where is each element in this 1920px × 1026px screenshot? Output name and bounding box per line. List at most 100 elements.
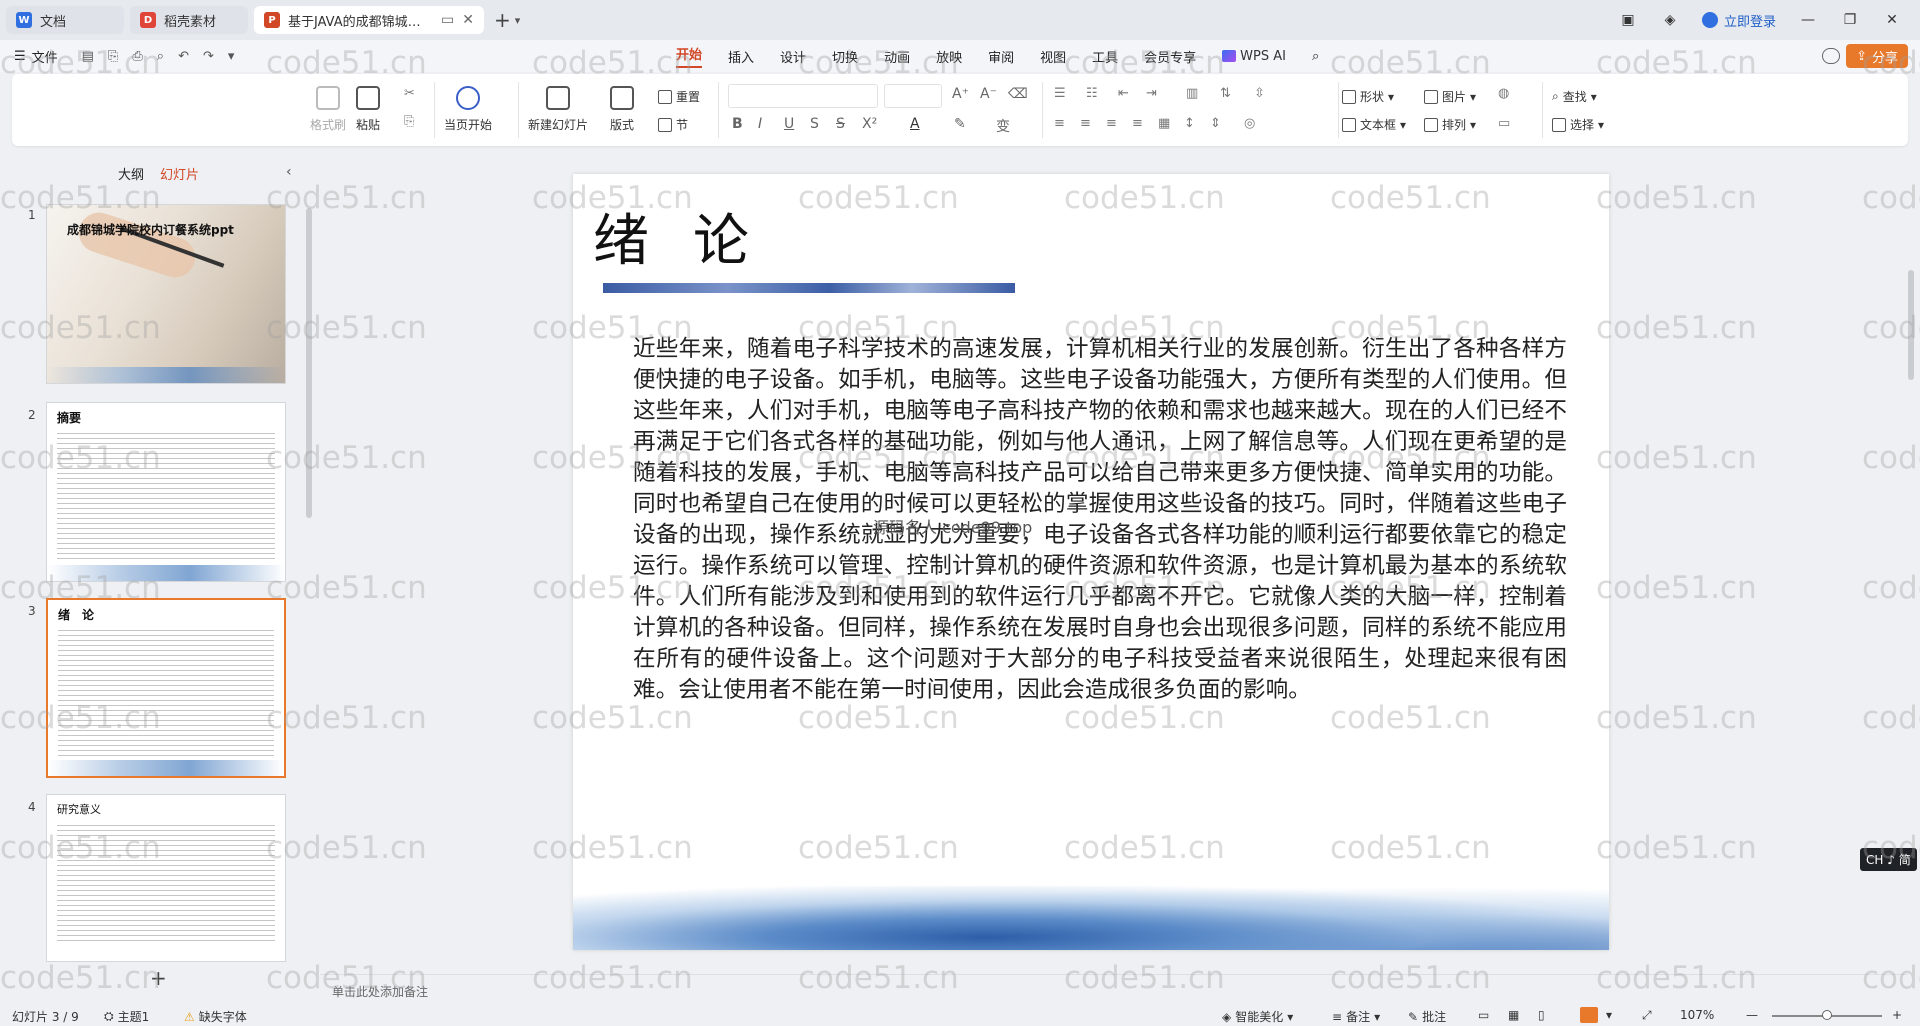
paste-button[interactable]: 粘贴	[356, 86, 380, 133]
menu-view[interactable]: 视图	[1040, 47, 1066, 66]
reset-button[interactable]: 重置	[658, 88, 700, 105]
canvas-scroll-thumb[interactable]	[1908, 270, 1914, 380]
window-layout-icon[interactable]: ▣	[1618, 12, 1638, 28]
reading-view-icon[interactable]: ▯	[1538, 1008, 1545, 1022]
slide-body-text[interactable]: 近些年来，随着电子科学技术的高速发展，计算机相关行业的发展创新。衍生出了各种各样…	[633, 334, 1567, 706]
tab-docer[interactable]: D 稻壳素材	[130, 6, 248, 34]
bullet-list-icon[interactable]: ☰	[1054, 86, 1066, 101]
picture-button[interactable]: 图片 ▾	[1424, 88, 1476, 105]
tab-presentation[interactable]: P 基于JAVA的成都锦城学院校 ▭ ✕	[254, 6, 484, 34]
layout-button[interactable]: 版式	[610, 86, 634, 133]
align-right-icon[interactable]: ≡	[1106, 116, 1117, 131]
cloud-sync-icon[interactable]	[1822, 48, 1840, 64]
canvas-scrollbar[interactable]	[1908, 160, 1916, 960]
zoom-in-icon[interactable]: +	[1892, 1008, 1902, 1022]
close-tab-icon[interactable]: ✕	[462, 12, 474, 28]
menu-slideshow[interactable]: 放映	[936, 47, 962, 66]
new-tab-button[interactable]: +	[494, 8, 511, 32]
columns-icon[interactable]: ▥	[1186, 86, 1198, 101]
zoom-level[interactable]: 107%	[1680, 1008, 1714, 1022]
fill-icon[interactable]: ◍	[1498, 86, 1509, 101]
search-icon[interactable]: ⌕	[1312, 49, 1319, 64]
comments-button[interactable]: ✎ 批注	[1408, 1008, 1446, 1025]
slideshow-chevron-icon[interactable]: ▾	[1606, 1008, 1612, 1022]
numbered-list-icon[interactable]: ☷	[1086, 86, 1098, 101]
monitor-icon[interactable]: ▭	[441, 12, 454, 28]
align-left-icon[interactable]: ≡	[1054, 116, 1065, 131]
smart-beautify-button[interactable]: ◈ 智能美化 ▾	[1222, 1008, 1293, 1025]
wps-ai-button[interactable]: WPS AI	[1222, 49, 1286, 64]
slide-title[interactable]: 绪论	[593, 196, 793, 277]
text-direction-icon[interactable]: ⇅	[1220, 86, 1231, 101]
menu-home[interactable]: 开始	[676, 44, 703, 68]
underline-icon[interactable]: U	[784, 116, 794, 132]
select-button[interactable]: 选择 ▾	[1552, 116, 1604, 133]
smart-art-icon[interactable]: ◎	[1244, 116, 1255, 131]
minimize-button[interactable]: —	[1798, 12, 1818, 28]
slide-thumbnail-4[interactable]: 研究意义	[46, 794, 286, 962]
customize-chevron-icon[interactable]: ▾	[228, 49, 235, 64]
outline-icon[interactable]: ▭	[1498, 116, 1510, 131]
slide-thumbnail-1[interactable]: 成都锦城学院校内订餐系统ppt	[46, 204, 286, 384]
section-button[interactable]: 节	[658, 116, 688, 133]
login-button[interactable]: 立即登录	[1701, 11, 1776, 30]
file-menu[interactable]: ☰ 文件	[14, 47, 58, 66]
print-preview-icon[interactable]: ⌕	[157, 49, 164, 64]
undo-icon[interactable]: ↶	[178, 49, 189, 64]
shape-button[interactable]: 形状 ▾	[1342, 88, 1394, 105]
cut-icon[interactable]: ✂	[404, 86, 415, 101]
copy-icon[interactable]: ⎘	[404, 114, 414, 129]
current-slide[interactable]: 绪论 近些年来，随着电子科学技术的高速发展，计算机相关行业的发展创新。衍生出了各…	[573, 174, 1609, 950]
align-center-icon[interactable]: ≡	[1080, 116, 1091, 131]
format-painter-button[interactable]: 格式刷	[310, 86, 346, 133]
decrease-font-icon[interactable]: A⁻	[980, 86, 997, 102]
theme-button[interactable]: ⛭ 主题1	[104, 1008, 149, 1025]
cube-icon[interactable]: ◈	[1660, 12, 1680, 28]
highlight-icon[interactable]: ✎	[954, 116, 966, 132]
menu-review[interactable]: 审阅	[988, 47, 1014, 66]
collapse-panel-icon[interactable]: ‹	[286, 164, 292, 180]
slide-thumbnail-3[interactable]: 绪 论	[46, 598, 286, 778]
justify-icon[interactable]: ≡	[1132, 116, 1143, 131]
menu-transition[interactable]: 切换	[832, 47, 858, 66]
menu-tools[interactable]: 工具	[1092, 47, 1118, 66]
slide-sorter-icon[interactable]: ▦	[1508, 1008, 1519, 1022]
shadow-icon[interactable]: S	[810, 116, 819, 132]
zoom-out-icon[interactable]: —	[1746, 1008, 1758, 1022]
tab-list-chevron-icon[interactable]: ▾	[515, 14, 521, 27]
notes-toggle-button[interactable]: ≡ 备注 ▾	[1332, 1008, 1380, 1025]
increase-indent-icon[interactable]: ⇥	[1146, 86, 1157, 101]
decrease-indent-icon[interactable]: ⇤	[1118, 86, 1129, 101]
menu-design[interactable]: 设计	[780, 47, 806, 66]
export-icon[interactable]: ⎘	[108, 49, 118, 64]
char-spacing-icon[interactable]: 变	[996, 116, 1010, 136]
share-button[interactable]: ⇪ 分享	[1846, 44, 1908, 68]
tab-docs[interactable]: W 文档	[6, 6, 124, 34]
panel-scrollbar[interactable]	[306, 208, 312, 518]
tab-outline[interactable]: 大纲	[118, 164, 144, 183]
menu-member[interactable]: 会员专享	[1144, 47, 1196, 66]
tab-slides[interactable]: 幻灯片	[160, 164, 199, 183]
clear-format-icon[interactable]: ⌫	[1008, 86, 1028, 102]
play-from-current-button[interactable]: 当页开始	[444, 86, 492, 133]
close-window-button[interactable]: ✕	[1882, 12, 1902, 28]
slide-thumbnail-2[interactable]: 摘要	[46, 402, 286, 582]
zoom-slider-handle[interactable]	[1822, 1010, 1832, 1020]
add-slide-button[interactable]: +	[150, 966, 167, 990]
redo-icon[interactable]: ↷	[203, 49, 214, 64]
normal-view-icon[interactable]: ▭	[1478, 1008, 1489, 1022]
increase-font-icon[interactable]: A⁺	[952, 86, 969, 102]
restore-button[interactable]: ❐	[1840, 12, 1860, 28]
font-size-select[interactable]	[884, 84, 942, 108]
textbox-button[interactable]: 文本框 ▾	[1342, 116, 1406, 133]
paragraph-spacing-icon[interactable]: ⇕	[1210, 116, 1221, 131]
bold-icon[interactable]: B	[732, 116, 743, 132]
save-icon[interactable]: ▤	[82, 49, 94, 64]
font-name-select[interactable]	[728, 84, 878, 108]
new-slide-button[interactable]: 新建幻灯片	[528, 86, 588, 133]
slideshow-play-button[interactable]	[1580, 1007, 1598, 1023]
align-text-icon[interactable]: ⇳	[1254, 86, 1265, 101]
missing-font-button[interactable]: ⚠ 缺失字体	[184, 1008, 247, 1025]
line-spacing-icon[interactable]: ↕	[1184, 116, 1195, 131]
notes-pane[interactable]: 单击此处添加备注	[320, 974, 1908, 1002]
